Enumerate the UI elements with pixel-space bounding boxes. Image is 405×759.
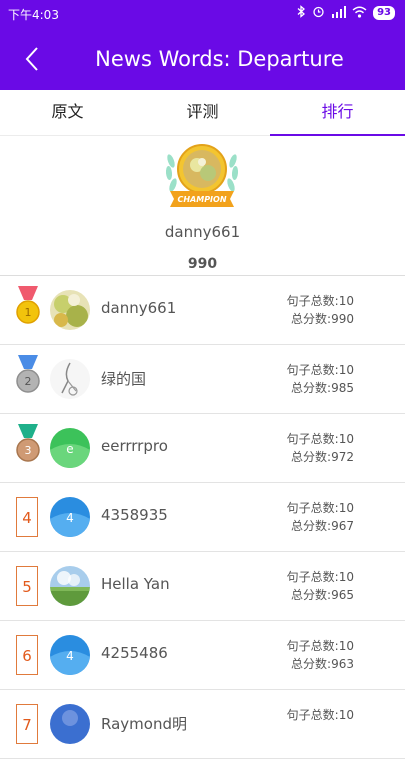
rank-number: 4 bbox=[16, 497, 38, 537]
ranking-row[interactable]: 6 4 4255486 句子总数:10 总分数:963 bbox=[0, 621, 405, 690]
champion-score: 990 bbox=[187, 256, 218, 272]
user-name: Hella Yan bbox=[101, 575, 170, 593]
signal-icon bbox=[331, 5, 347, 21]
avatar[interactable] bbox=[50, 359, 90, 399]
user-stats: 句子总数:10 总分数:972 bbox=[287, 430, 354, 466]
bluetooth-icon bbox=[297, 5, 306, 21]
rank-number: 6 bbox=[16, 635, 38, 675]
champion-name: danny661 bbox=[164, 223, 241, 241]
rank-number: 1 bbox=[25, 306, 32, 319]
total-score: 总分数:985 bbox=[291, 381, 354, 395]
page-title: News Words: Departure bbox=[95, 47, 344, 71]
user-stats: 句子总数:10 总分数:965 bbox=[287, 568, 354, 604]
tab-bar: 原文 评测 排行 bbox=[0, 90, 405, 136]
avatar[interactable] bbox=[50, 566, 90, 606]
ranking-row[interactable]: 2 绿的国 句子总数:10 总分数:985 bbox=[0, 345, 405, 414]
total-score: 总分数:990 bbox=[291, 312, 354, 326]
total-score: 总分数:963 bbox=[291, 657, 354, 671]
sentence-count: 句子总数:10 bbox=[286, 432, 354, 446]
user-name: eerrrrpro bbox=[101, 437, 168, 455]
avatar-letter: 4 bbox=[66, 511, 74, 525]
alarm-icon bbox=[312, 5, 325, 21]
sentence-count: 句子总数:10 bbox=[286, 570, 354, 584]
user-stats: 句子总数:10 总分数:990 bbox=[287, 292, 354, 328]
total-score: 总分数:967 bbox=[291, 519, 354, 533]
tab-evaluation[interactable]: 评测 bbox=[135, 90, 270, 135]
total-score: 总分数:972 bbox=[291, 450, 354, 464]
ranking-row[interactable]: 1 danny661 句子总数:10 总分数:990 bbox=[0, 276, 405, 345]
silver-medal-icon: 2 bbox=[16, 355, 40, 399]
rank-number: 2 bbox=[25, 375, 32, 388]
champion-badge-icon[interactable]: CHAMPION bbox=[162, 143, 242, 213]
total-score: 总分数:965 bbox=[291, 588, 354, 602]
app-bar: News Words: Departure bbox=[0, 28, 405, 90]
gold-medal-icon: 1 bbox=[16, 286, 40, 330]
ranking-list: 1 danny661 句子总数:10 总分数:990 2 绿的国 句子总数:10… bbox=[0, 276, 405, 759]
user-name: 4358935 bbox=[101, 506, 168, 524]
battery-indicator: 93 bbox=[373, 6, 395, 20]
avatar[interactable] bbox=[50, 704, 90, 744]
user-stats: 句子总数:10 总分数:967 bbox=[287, 499, 354, 535]
user-name: danny661 bbox=[101, 299, 177, 317]
user-stats: 句子总数:10 bbox=[287, 706, 354, 724]
avatar[interactable]: 4 bbox=[50, 497, 90, 537]
sentence-count: 句子总数:10 bbox=[286, 639, 354, 653]
status-time: 下午4:03 bbox=[8, 8, 59, 22]
sentence-count: 句子总数:10 bbox=[286, 501, 354, 515]
sentence-count: 句子总数:10 bbox=[286, 294, 354, 308]
avatar[interactable] bbox=[50, 290, 90, 330]
tab-ranking[interactable]: 排行 bbox=[270, 90, 405, 136]
user-name: 绿的国 bbox=[101, 370, 147, 388]
ranking-row[interactable]: 3 e eerrrrpro 句子总数:10 总分数:972 bbox=[0, 414, 405, 483]
user-name: 4255486 bbox=[101, 644, 168, 662]
champion-ribbon-text: CHAMPION bbox=[177, 195, 226, 204]
user-name: Raymond明 bbox=[101, 715, 187, 733]
ranking-row[interactable]: 7 Raymond明 句子总数:10 bbox=[0, 690, 405, 759]
wifi-icon bbox=[352, 6, 367, 21]
user-stats: 句子总数:10 总分数:985 bbox=[287, 361, 354, 397]
status-icons: 93 bbox=[297, 5, 395, 21]
user-stats: 句子总数:10 总分数:963 bbox=[287, 637, 354, 673]
rank-number: 3 bbox=[25, 444, 32, 457]
ranking-row[interactable]: 5 Hella Yan 句子总数:10 总分数:965 bbox=[0, 552, 405, 621]
bronze-medal-icon: 3 bbox=[16, 424, 40, 468]
avatar[interactable]: e bbox=[50, 428, 90, 468]
back-button[interactable] bbox=[18, 43, 48, 75]
avatar[interactable]: 4 bbox=[50, 635, 90, 675]
avatar-letter: 4 bbox=[66, 649, 74, 663]
sentence-count: 句子总数:10 bbox=[286, 363, 354, 377]
champion-section: CHAMPION danny661 990 bbox=[0, 135, 405, 276]
ranking-row[interactable]: 4 4 4358935 句子总数:10 总分数:967 bbox=[0, 483, 405, 552]
rank-number: 5 bbox=[16, 566, 38, 606]
status-bar: 下午4:03 93 bbox=[0, 0, 405, 28]
tab-original[interactable]: 原文 bbox=[0, 90, 135, 135]
sentence-count: 句子总数:10 bbox=[286, 708, 354, 722]
avatar-letter: e bbox=[66, 442, 73, 456]
rank-number: 7 bbox=[16, 704, 38, 744]
chevron-left-icon bbox=[25, 47, 38, 71]
